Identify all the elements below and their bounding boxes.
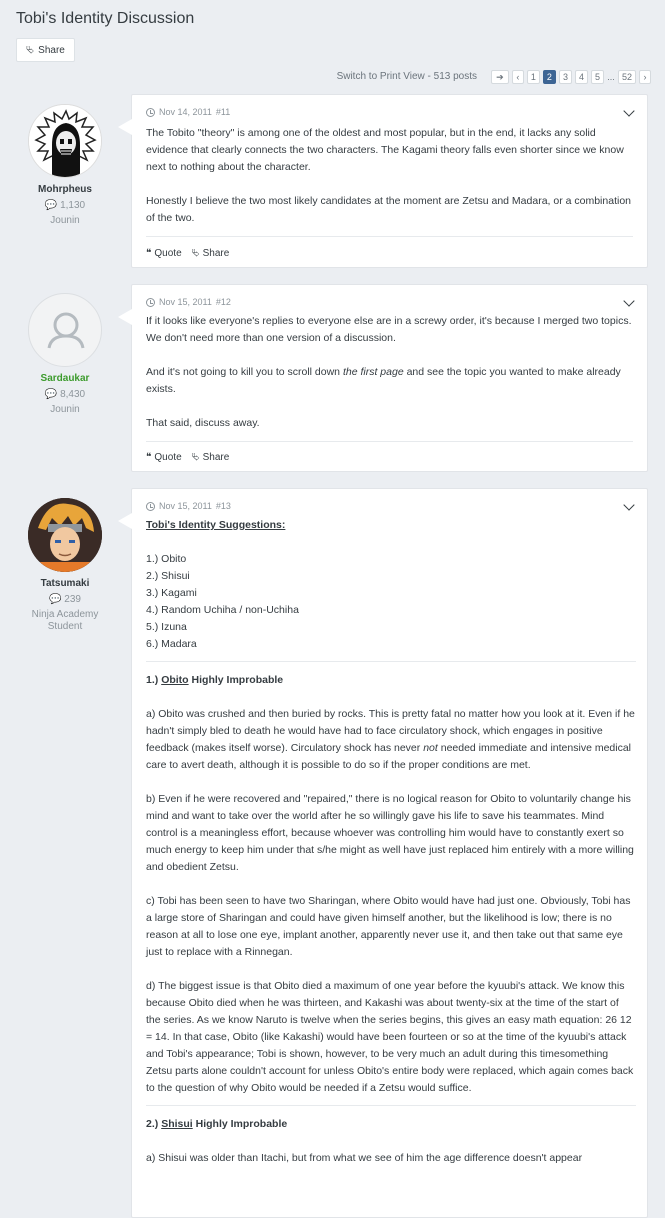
share-topic-button[interactable]: ⮱ Share [16,38,75,62]
clock-icon [146,501,155,511]
clock-icon [146,107,155,117]
post: Nov 15, 2011 #12 If it looks like everyo… [118,284,648,472]
author-rank: Ninja Academy Student [31,609,99,632]
post-number[interactable]: #11 [216,107,230,117]
chevron-down-icon[interactable] [623,295,635,307]
divider [146,441,633,442]
page-link-1[interactable]: 1 [526,70,540,84]
quote-icon: ❝ [146,452,152,463]
list-item: 4.) Random Uchiha / non-Uchiha [146,604,299,616]
post-paragraph: Honestly I believe the two most likely c… [146,195,631,224]
post-paragraph: That said, discuss away. [146,417,260,429]
avatar[interactable] [28,104,102,178]
post-paragraph: b) Even if he were recovered and "repair… [146,793,634,873]
post-meta: Nov 15, 2011 #12 [146,297,231,307]
print-view-link[interactable]: Switch to Print View - 513 posts [337,71,477,82]
avatar-image [29,105,101,177]
quote-icon: ❝ [146,248,152,259]
next-page-icon[interactable]: › [639,70,651,84]
post-date[interactable]: Nov 15, 2011 [159,501,212,511]
post-author: Tatsumaki 💬 239 Ninja Academy Student [16,498,114,633]
pagination: ➔ ‹ 1 2 3 4 5 ... 52 › [490,70,651,84]
post-actions: ❝ Quote ⮱ Share [146,248,229,259]
divider [146,236,633,237]
list-item: 3.) Kagami [146,587,197,599]
author-post-count: 💬 239 [49,594,81,605]
share-label: Share [38,44,65,56]
default-avatar-icon [47,312,85,349]
post-meta: Nov 15, 2011 #13 [146,501,231,511]
share-icon: ⮱ [191,452,200,463]
list-item: 2.) Shisui [146,570,190,582]
avatar[interactable] [28,293,102,367]
comment-icon: 💬 [44,389,58,400]
share-page-icon[interactable]: ➔ [490,70,509,84]
prev-page-icon[interactable]: ‹ [511,70,524,84]
page-link-4[interactable]: 4 [574,70,588,84]
share-button[interactable]: ⮱ Share [192,248,230,259]
post-author: Sardaukar 💬 8,430 Jounin [16,293,114,416]
page-ellipsis: ... [607,72,615,82]
author-post-count: 💬 8,430 [44,389,86,400]
post-number[interactable]: #12 [216,297,231,307]
page-link-current[interactable]: 2 [542,70,556,84]
share-button[interactable]: ⮱ Share [192,452,230,463]
post-content: Tobi's Identity Suggestions: 1.) Obito 2… [146,517,636,1167]
avatar[interactable] [28,498,102,572]
page-link-5[interactable]: 5 [590,70,604,84]
list-item: 6.) Madara [146,638,197,650]
section-heading: 1.) Obito Highly Improbable [146,674,284,686]
author-rank: Jounin [50,215,80,226]
quote-button[interactable]: ❝ Quote [146,248,182,259]
divider [146,661,636,662]
page-link-last[interactable]: 52 [617,70,636,84]
section-heading: 2.) Shisui Highly Improbable [146,1118,288,1130]
post-paragraph: d) The biggest issue is that Obito died … [146,980,634,1094]
post: Nov 14, 2011 #11 The Tobito "theory" is … [118,94,648,268]
list-item: 1.) Obito [146,553,187,565]
author-name[interactable]: Sardaukar [16,373,114,384]
post-paragraph: If it looks like everyone's replies to e… [146,315,632,344]
avatar-image [28,498,102,572]
post-heading: Tobi's Identity Suggestions: [146,519,286,531]
post-actions: ❝ Quote ⮱ Share [146,452,229,463]
author-name[interactable]: Tatsumaki [16,578,114,589]
post-date[interactable]: Nov 14, 2011 [159,107,212,117]
comment-icon: 💬 [49,594,62,605]
author-rank: Jounin [50,404,80,415]
author-post-count: 💬 1,130 [44,200,86,211]
post-paragraph: The Tobito "theory" is among one of the … [146,127,624,173]
post-paragraph: a) Shisui was older than Itachi, but fro… [146,1152,583,1164]
clock-icon [146,297,155,307]
page-link-3[interactable]: 3 [558,70,572,84]
quote-button[interactable]: ❝ Quote [146,452,182,463]
page-title: Tobi's Identity Discussion [16,10,195,27]
post-meta: Nov 14, 2011 #11 [146,107,230,117]
list-item: 5.) Izuna [146,621,187,633]
comment-icon: 💬 [44,200,58,211]
post-content: If it looks like everyone's replies to e… [146,313,636,432]
suggestion-list: 1.) Obito 2.) Shisui 3.) Kagami 4.) Rand… [146,551,636,653]
chevron-down-icon[interactable] [623,105,635,117]
post-author: Mohrpheus 💬 1,130 Jounin [16,104,114,227]
post-date[interactable]: Nov 15, 2011 [159,297,212,307]
post-paragraph: c) Tobi has been seen to have two Sharin… [146,895,631,958]
post: Nov 15, 2011 #13 Tobi's Identity Suggest… [118,488,648,1218]
divider [146,1105,636,1106]
author-name[interactable]: Mohrpheus [16,184,114,195]
share-icon: ⮱ [191,248,200,259]
pagination-bar: Switch to Print View - 513 posts ➔ ‹ 1 2… [0,70,665,86]
chevron-down-icon[interactable] [623,499,635,511]
post-paragraph: And it's not going to kill you to scroll… [146,366,621,395]
share-icon: ⮱ [26,44,35,56]
post-content: The Tobito "theory" is among one of the … [146,125,636,227]
post-paragraph: a) Obito was crushed and then buried by … [146,708,635,771]
post-number[interactable]: #13 [216,501,231,511]
